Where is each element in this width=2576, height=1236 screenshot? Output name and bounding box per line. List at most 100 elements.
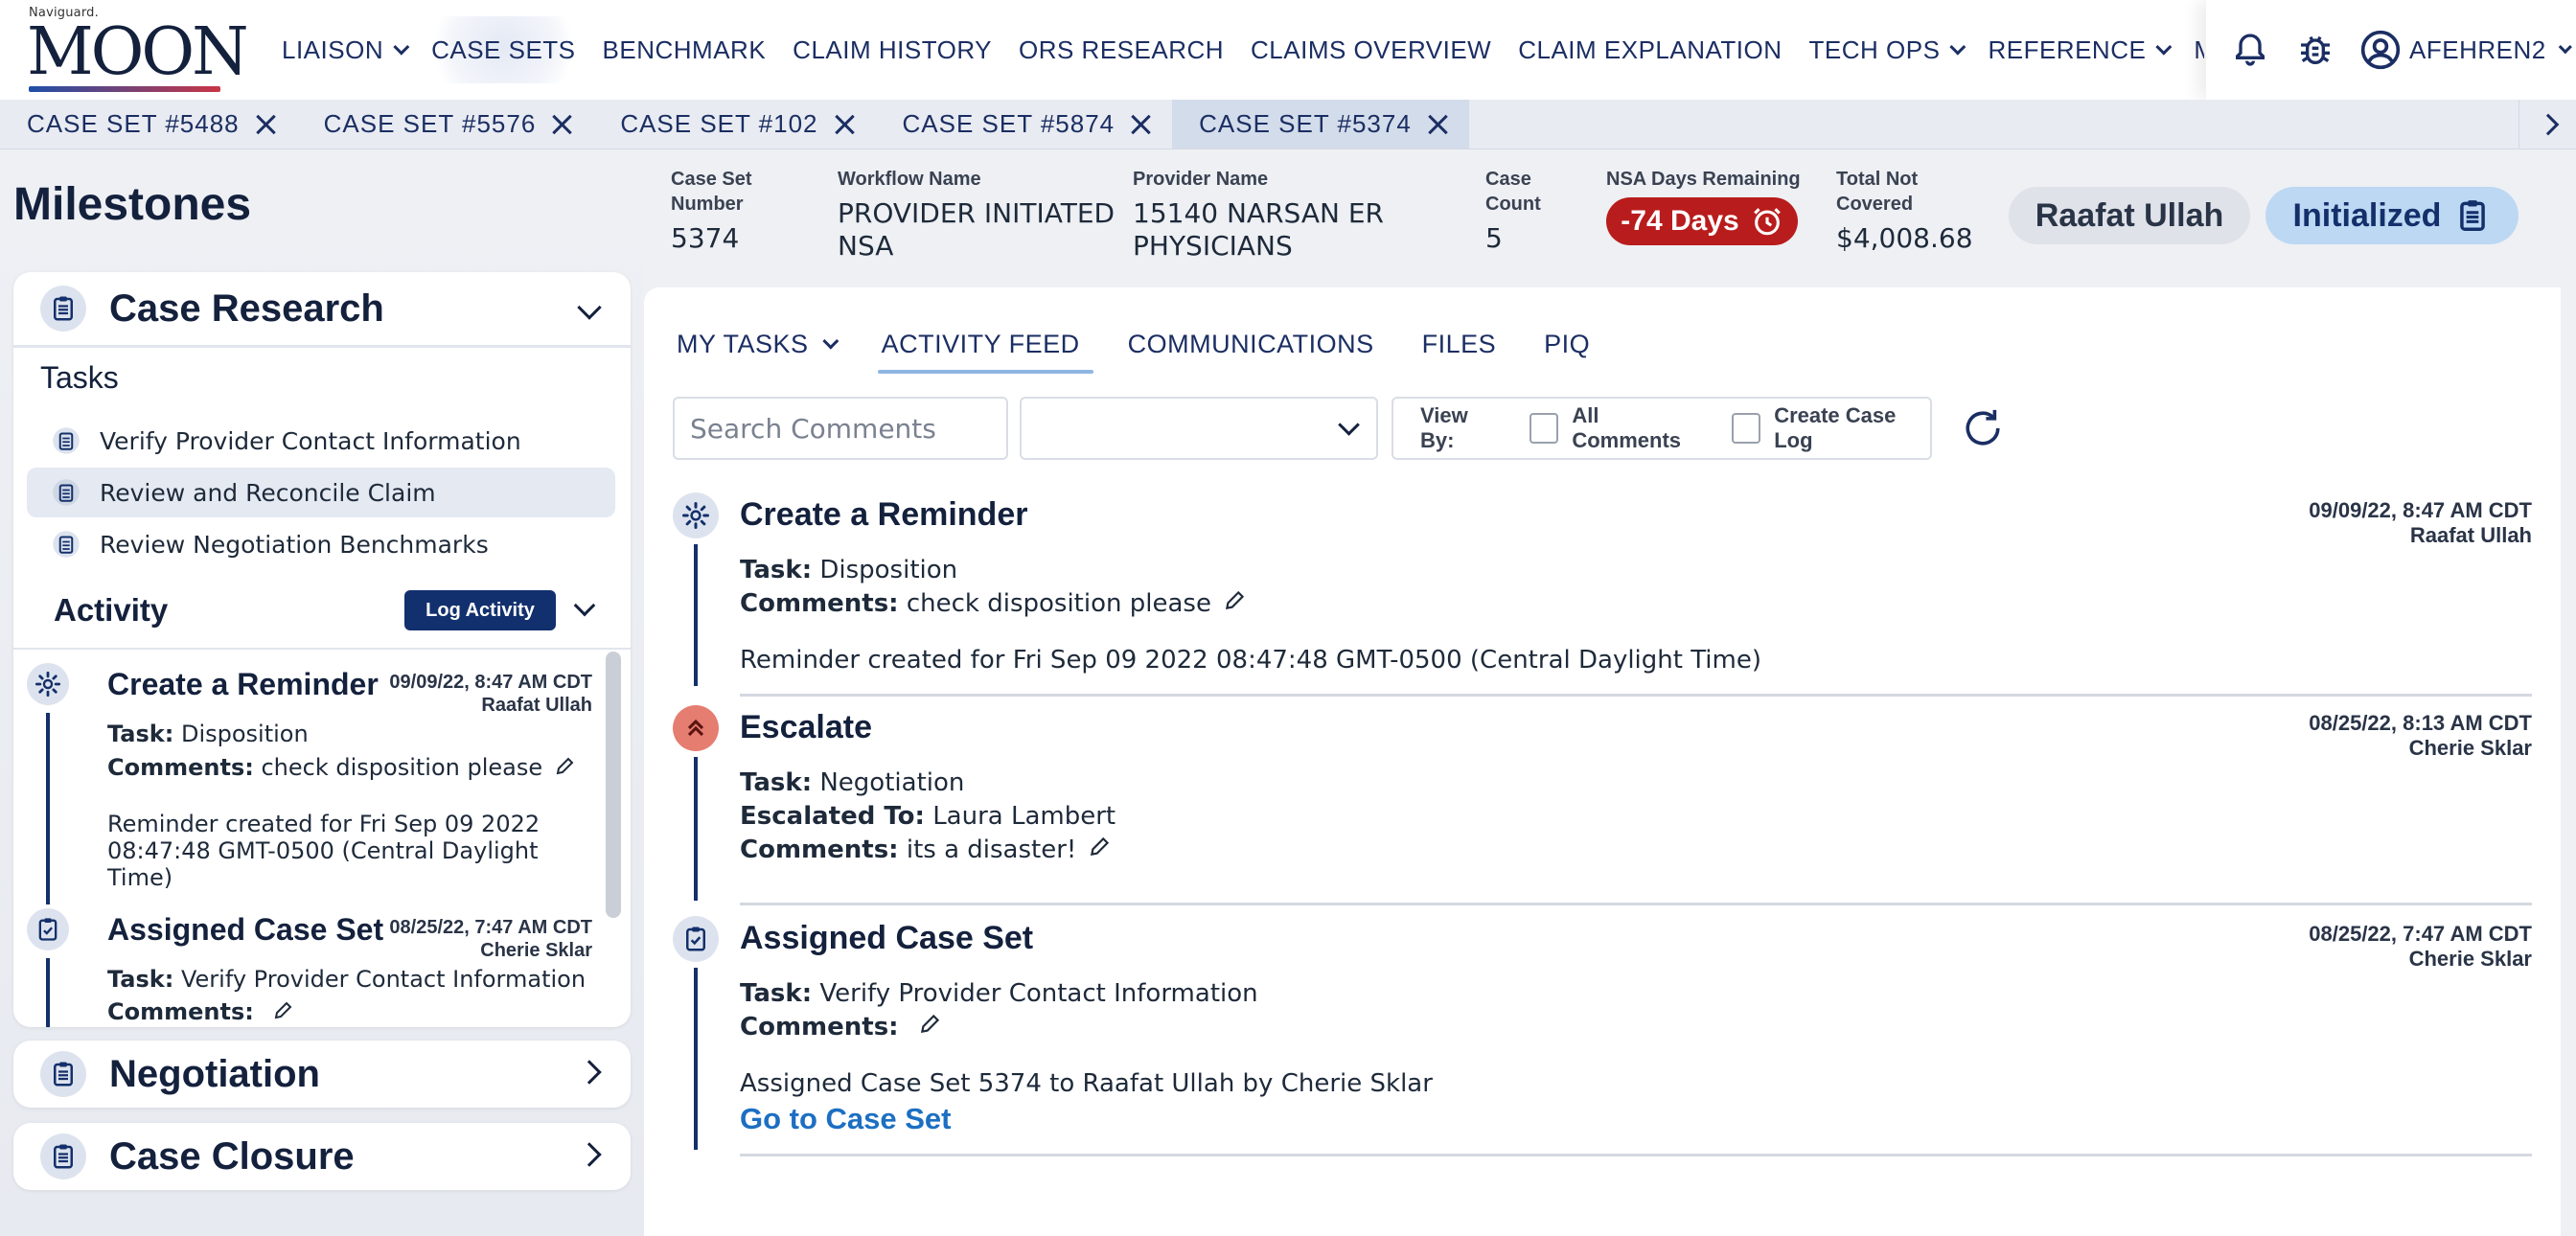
user-menu[interactable]: AFEHREN2 <box>2359 29 2572 71</box>
divider <box>13 345 631 348</box>
nav-label: MEMBERS OF INTEREST <box>2194 35 2204 65</box>
nav-item-claims-overview[interactable]: CLAIMS OVERVIEW <box>1237 16 1505 83</box>
tab-case-set-5488[interactable]: CASE SET #5488 <box>0 100 297 149</box>
chevron-down-icon[interactable] <box>573 594 596 617</box>
milestones-title: Milestones <box>13 179 252 230</box>
refresh-icon[interactable] <box>1957 402 2009 454</box>
content-tabs: MY TASKS ACTIVITY FEED COMMUNICATIONS FI… <box>677 320 1638 374</box>
log-activity-button[interactable]: Log Activity <box>404 590 556 630</box>
milestone-header[interactable]: Case Research <box>13 272 631 345</box>
chevron-down-icon[interactable] <box>577 295 602 320</box>
gear-icon <box>673 492 719 538</box>
nav-item-reference[interactable]: REFERENCE <box>1974 16 2180 83</box>
bug-icon[interactable] <box>2294 29 2336 71</box>
all-comments-label: All Comments <box>1572 403 1682 452</box>
activity-item: Create a Reminder 09/09/22, 8:47 AM CDT … <box>27 663 592 904</box>
search-placeholder: Search Comments <box>690 412 936 445</box>
pencil-icon[interactable] <box>554 754 577 783</box>
pencil-icon[interactable] <box>272 998 295 1027</box>
create-case-log-option[interactable]: Create Case Log <box>1731 403 1930 453</box>
workflow-name-value: PROVIDER INITIATED NSA <box>838 197 1116 262</box>
tab-files[interactable]: FILES <box>1422 320 1522 368</box>
tab-label: CASE SET #5874 <box>902 109 1116 138</box>
alarm-clock-icon <box>1753 208 1781 236</box>
feed-date: 08/25/22, 7:47 AM CDT <box>2309 922 2532 946</box>
nav-item-claim-history[interactable]: CLAIM HISTORY <box>779 16 1005 83</box>
activity-comments: Comments: check disposition please <box>107 754 577 783</box>
all-comments-option[interactable]: All Comments <box>1530 403 1705 453</box>
nav-item-case-sets[interactable]: CASE SETS <box>418 16 589 83</box>
activity-task: Task: Verify Provider Contact Informatio… <box>107 966 586 993</box>
gear-icon <box>27 663 69 705</box>
nav-item-tech-ops[interactable]: TECH OPS <box>1796 16 1975 83</box>
divider <box>740 694 2532 697</box>
activity-user: Raafat Ullah <box>481 695 592 716</box>
milestone-case-closure[interactable]: Case Closure <box>13 1123 631 1190</box>
milestones-panel: Milestones Case Research Tasks Verify Pr… <box>0 149 644 1236</box>
activity-date: 08/25/22, 7:47 AM CDT <box>389 917 592 938</box>
task-label: Task: <box>107 721 174 747</box>
total-not-covered-field: Total Not Covered $4,008.68 <box>1836 167 1973 255</box>
task-item[interactable]: Verify Provider Contact Information <box>27 416 615 466</box>
tab-case-set-102[interactable]: CASE SET #102 <box>593 100 875 149</box>
tab-piq[interactable]: PIQ <box>1544 320 1615 368</box>
task-value: Verify Provider Contact Information <box>180 966 586 993</box>
pencil-icon[interactable] <box>1223 587 1248 621</box>
milestone-negotiation[interactable]: Negotiation <box>13 1041 631 1108</box>
task-item-active[interactable]: Review and Reconcile Claim <box>27 468 615 517</box>
close-icon[interactable] <box>1130 114 1151 135</box>
activity-meta: 09/09/22, 8:47 AM CDT Raafat Ullah <box>389 671 592 717</box>
tab-case-set-5374[interactable]: CASE SET #5374 <box>1172 100 1469 149</box>
nav-item-ors-research[interactable]: ORS RESEARCH <box>1005 16 1237 83</box>
tab-my-tasks[interactable]: MY TASKS <box>677 320 859 368</box>
bell-icon[interactable] <box>2229 29 2271 71</box>
chevron-down-icon <box>1949 38 1966 56</box>
timeline-line <box>694 544 698 686</box>
close-icon[interactable] <box>551 114 572 135</box>
clipboard-icon <box>53 531 80 558</box>
case-set-number-field: Case Set Number 5374 <box>671 167 752 255</box>
chevron-right-icon[interactable] <box>577 1142 602 1167</box>
nav-item-liaison[interactable]: LIAISON <box>268 16 418 83</box>
nav-menu: LIAISON CASE SETS BENCHMARK CLAIM HISTOR… <box>268 0 2204 100</box>
case-set-number-value: 5374 <box>671 222 740 254</box>
assignee-badge[interactable]: Raafat Ullah <box>2009 187 2250 244</box>
escalate-icon <box>673 705 719 751</box>
activity-scrollbar[interactable] <box>606 652 621 918</box>
feed-title: Assigned Case Set <box>740 920 1034 956</box>
nav-item-claim-explanation[interactable]: CLAIM EXPLANATION <box>1505 16 1795 83</box>
timeline-line <box>694 968 698 1150</box>
tab-case-set-5874[interactable]: CASE SET #5874 <box>876 100 1173 149</box>
tab-case-set-5576[interactable]: CASE SET #5576 <box>297 100 594 149</box>
activity-heading: Activity <box>54 592 169 628</box>
feed-user: Cherie Sklar <box>2408 947 2532 971</box>
tab-activity-feed[interactable]: ACTIVITY FEED <box>877 320 1105 374</box>
chevron-down-icon <box>1338 414 1360 436</box>
go-to-case-set-link[interactable]: Go to Case Set <box>740 1102 952 1136</box>
close-icon[interactable] <box>255 114 276 135</box>
pencil-icon[interactable] <box>918 1011 943 1044</box>
feed-meta: 08/25/22, 8:13 AM CDT Cherie Sklar <box>2309 711 2532 761</box>
chevron-right-icon <box>2537 113 2559 136</box>
case-count-value: 5 <box>1485 222 1503 254</box>
field-label: Workflow Name <box>838 169 981 190</box>
nav-item-members-of-interest[interactable]: MEMBERS OF INTEREST <box>2180 16 2204 83</box>
nav-label: CLAIM HISTORY <box>793 34 992 64</box>
tab-communications[interactable]: COMMUNICATIONS <box>1128 320 1399 368</box>
workflow-name-field: Workflow Name PROVIDER INITIATED NSA <box>838 167 1115 263</box>
task-item[interactable]: Review Negotiation Benchmarks <box>27 519 615 569</box>
all-comments-checkbox[interactable] <box>1530 413 1559 444</box>
clipboard-check-icon <box>27 908 69 950</box>
nav-item-benchmark[interactable]: BENCHMARK <box>589 16 780 83</box>
pencil-icon[interactable] <box>1088 834 1113 867</box>
chevron-right-icon[interactable] <box>577 1060 602 1085</box>
create-case-log-checkbox[interactable] <box>1731 413 1761 444</box>
comment-filter-select[interactable] <box>1020 397 1378 460</box>
close-icon[interactable] <box>1427 114 1448 135</box>
search-comments-input[interactable]: Search Comments <box>673 397 1008 460</box>
status-badge[interactable]: Initialized <box>2266 187 2518 244</box>
tab-scroll-right-button[interactable] <box>2518 100 2576 149</box>
nav-label: CLAIM EXPLANATION <box>1518 34 1782 64</box>
close-icon[interactable] <box>834 114 855 135</box>
moon-logo[interactable]: Naviguard. MOON <box>27 6 249 92</box>
